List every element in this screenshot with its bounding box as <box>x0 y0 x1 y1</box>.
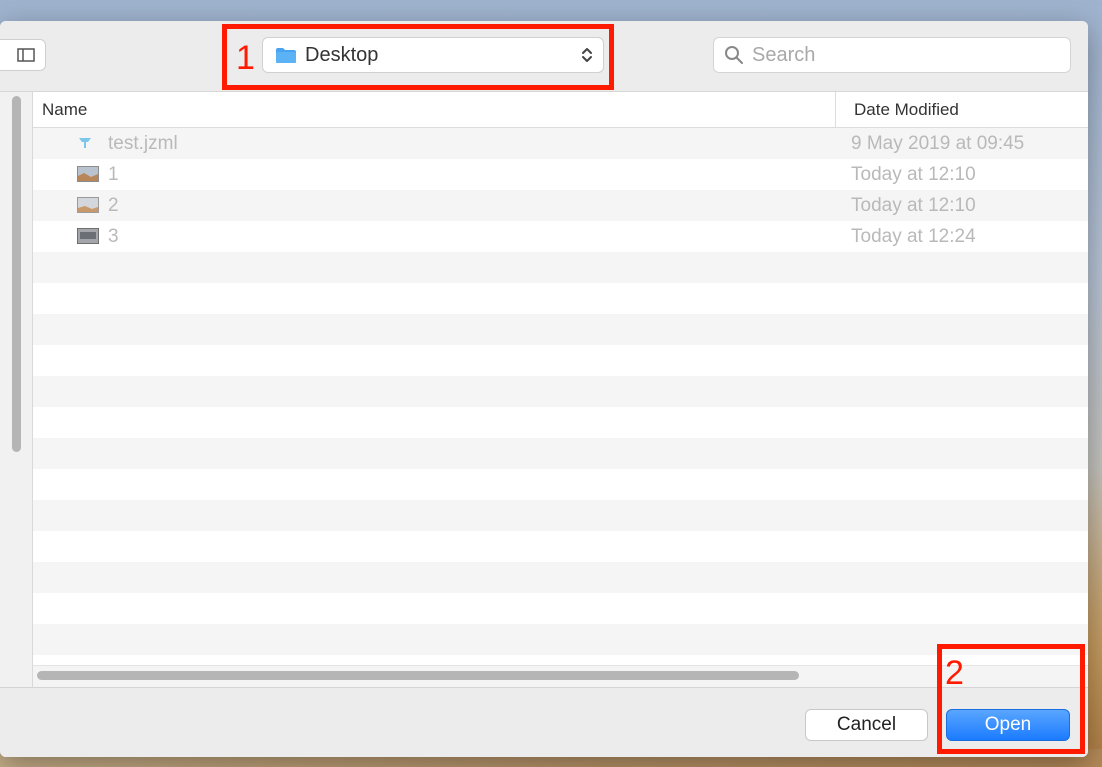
empty-row <box>33 531 1088 562</box>
file-date: Today at 12:10 <box>851 195 976 216</box>
empty-row <box>33 345 1088 376</box>
file-name: test.jzml <box>108 133 178 154</box>
empty-row <box>33 624 1088 655</box>
empty-row <box>33 283 1088 314</box>
file-name: 3 <box>108 226 119 247</box>
empty-row <box>33 376 1088 407</box>
file-name: 1 <box>108 164 119 185</box>
sidebar-toggle-button[interactable] <box>0 39 46 71</box>
file-date: 9 May 2019 at 09:45 <box>851 133 1025 154</box>
empty-row <box>33 469 1088 500</box>
file-list: Name Date Modified test.jzml 9 May 2019 … <box>33 92 1088 687</box>
file-name: 2 <box>108 195 119 216</box>
empty-row <box>33 562 1088 593</box>
horizontal-scrollbar[interactable] <box>33 665 1088 688</box>
sidebar-panel <box>0 92 33 687</box>
annotation-box-1 <box>222 24 614 90</box>
file-row[interactable]: 1 Today at 12:10 <box>33 159 1088 190</box>
open-file-dialog: Desktop Name Date Modified <box>0 21 1088 757</box>
search-input[interactable] <box>752 43 1052 67</box>
annotation-marker-1: 1 <box>236 39 255 77</box>
file-row[interactable]: test.jzml 9 May 2019 at 09:45 <box>33 128 1088 159</box>
file-rows: test.jzml 9 May 2019 at 09:45 1 Today at… <box>33 128 1088 686</box>
annotation-marker-2: 2 <box>945 654 964 692</box>
image-thumbnail-icon <box>77 197 99 213</box>
file-date: Today at 12:24 <box>851 226 976 247</box>
search-icon <box>725 46 743 64</box>
search-field[interactable] <box>713 37 1071 73</box>
jzml-file-icon <box>79 138 91 148</box>
empty-row <box>33 500 1088 531</box>
image-thumbnail-icon <box>77 166 99 182</box>
horizontal-scrollbar-thumb[interactable] <box>37 671 799 680</box>
sidebar-toggle-icon <box>17 48 35 62</box>
empty-row <box>33 438 1088 469</box>
sidebar-scrollbar[interactable] <box>12 96 21 452</box>
empty-row <box>33 314 1088 345</box>
dialog-button-bar: Cancel Open <box>0 687 1088 757</box>
image-thumbnail-icon <box>77 228 99 244</box>
empty-row <box>33 252 1088 283</box>
column-header-name[interactable]: Name <box>42 100 87 120</box>
column-divider[interactable] <box>835 92 836 127</box>
column-header-date-modified[interactable]: Date Modified <box>854 100 959 120</box>
file-date: Today at 12:10 <box>851 164 976 185</box>
cancel-button[interactable]: Cancel <box>805 709 928 741</box>
empty-row <box>33 407 1088 438</box>
file-row[interactable]: 2 Today at 12:10 <box>33 190 1088 221</box>
file-row[interactable]: 3 Today at 12:24 <box>33 221 1088 252</box>
empty-row <box>33 593 1088 624</box>
list-header: Name Date Modified <box>33 92 1088 128</box>
